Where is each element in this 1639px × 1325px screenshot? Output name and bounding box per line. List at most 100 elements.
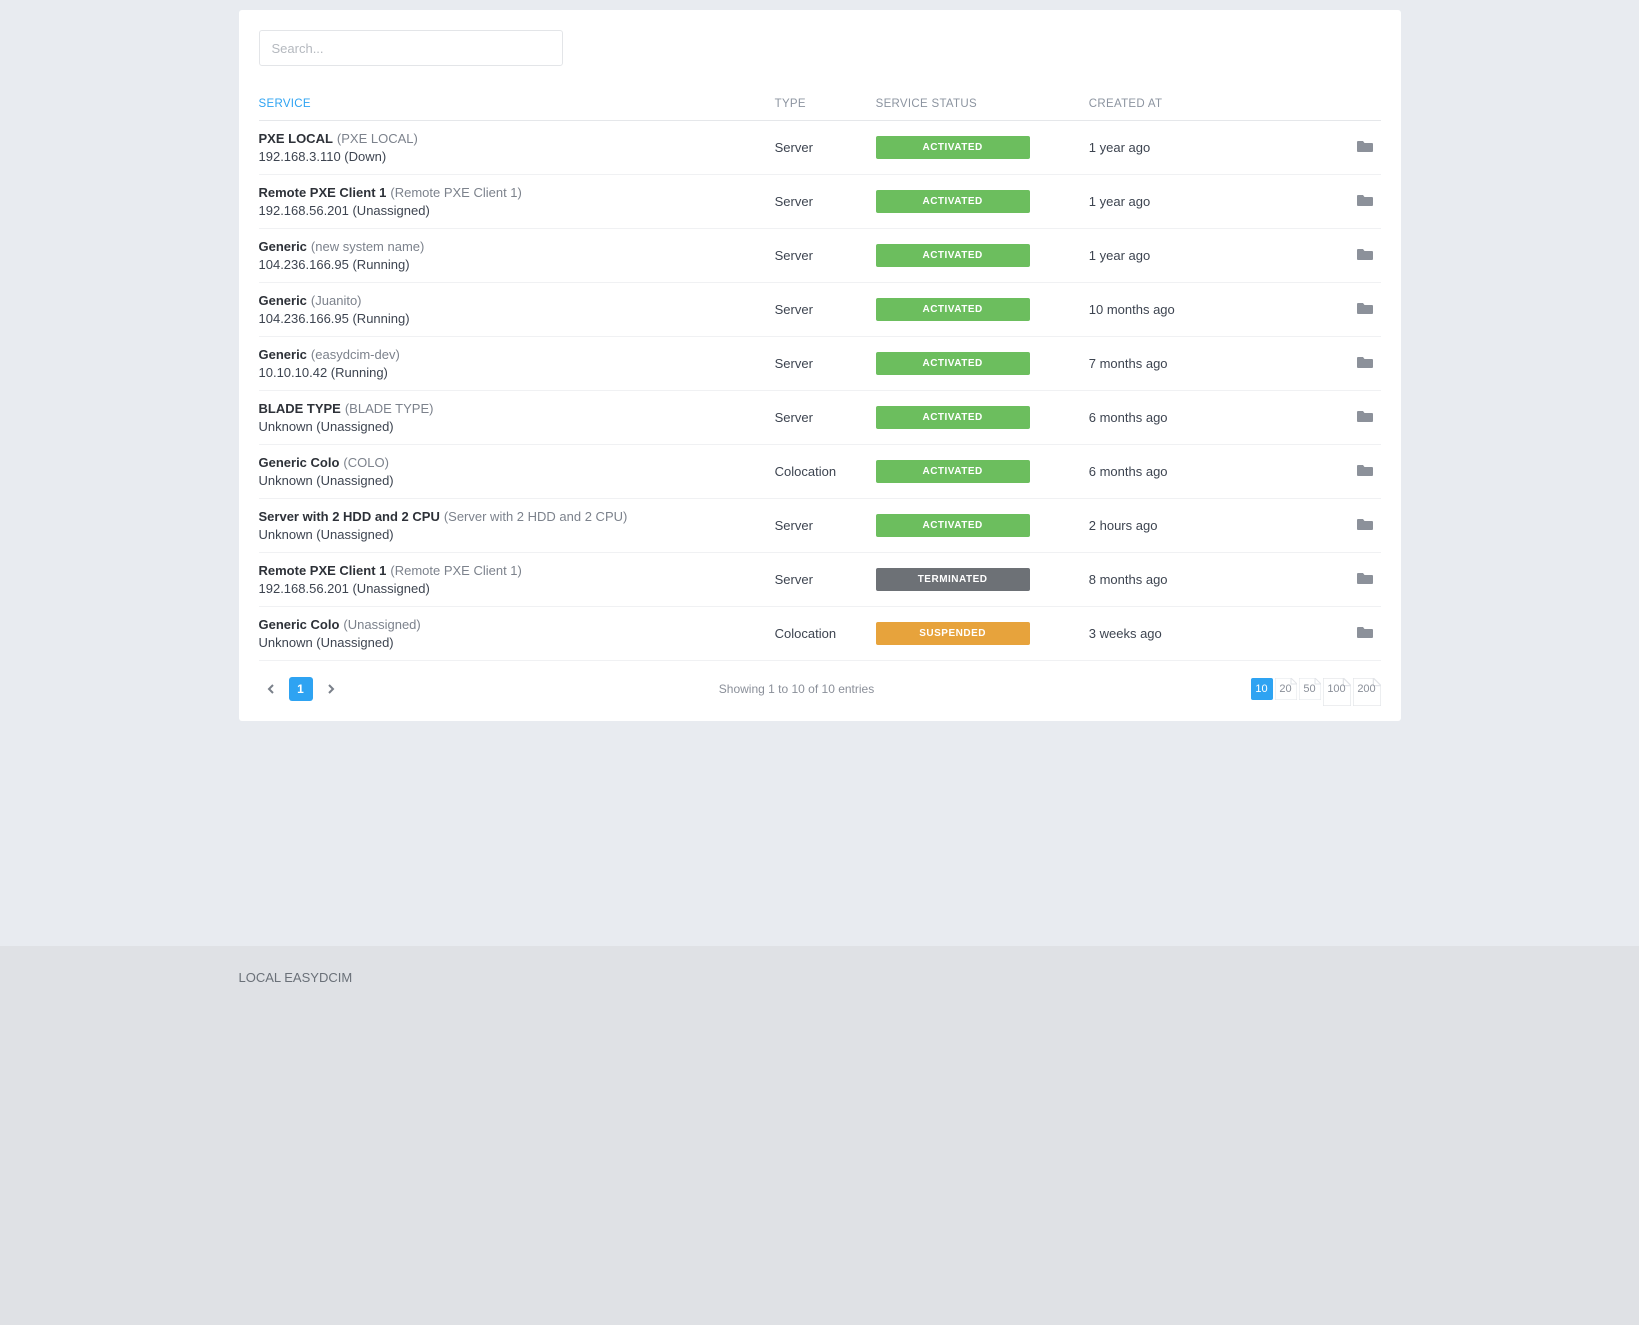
service-type: Server	[775, 175, 876, 229]
folder-icon[interactable]	[1357, 193, 1373, 207]
col-header-created[interactable]: CREATED AT	[1089, 88, 1336, 121]
service-type: Colocation	[775, 445, 876, 499]
table-row: Generic Colo(COLO) Unknown (Unassigned) Co…	[259, 445, 1381, 499]
service-name[interactable]: Server with 2 HDD and 2 CPU	[259, 509, 440, 524]
status-badge: ACTIVATED	[876, 406, 1030, 429]
created-at: 3 weeks ago	[1089, 607, 1336, 661]
footer: LOCAL EASYDCIM	[0, 946, 1639, 1325]
created-at: 7 months ago	[1089, 337, 1336, 391]
search-input[interactable]	[259, 30, 563, 66]
table-row: Server with 2 HDD and 2 CPU (Server with …	[259, 499, 1381, 553]
service-address: Unknown (Unassigned)	[259, 635, 767, 650]
service-name[interactable]: BLADE TYPE	[259, 401, 341, 416]
services-card: SERVICE TYPE SERVICE STATUS CREATED AT P…	[239, 10, 1401, 721]
table-row: Generic (Juanito) 104.236.166.95 (Running)…	[259, 283, 1381, 337]
service-subtitle: (Juanito)	[311, 293, 362, 308]
footer-text: LOCAL EASYDCIM	[239, 970, 1401, 985]
service-subtitle: (Remote PXE Client 1)	[390, 563, 522, 578]
service-name[interactable]: Remote PXE Client 1	[259, 185, 387, 200]
page-size-option[interactable]: 200	[1353, 678, 1381, 700]
created-at: 8 months ago	[1089, 553, 1336, 607]
page-size-selector: 102050100200	[1251, 678, 1381, 700]
service-subtitle: (BLADE TYPE)	[345, 401, 434, 416]
service-type: Colocation	[775, 607, 876, 661]
folder-icon[interactable]	[1357, 301, 1373, 315]
page-number[interactable]: 1	[289, 677, 313, 701]
service-type: Server	[775, 229, 876, 283]
col-header-service[interactable]: SERVICE	[259, 88, 775, 121]
service-subtitle: (COLO)	[343, 455, 389, 470]
service-subtitle: (new system name)	[311, 239, 424, 254]
service-subtitle: (easydcim-dev)	[311, 347, 400, 362]
entries-summary: Showing 1 to 10 of 10 entries	[719, 682, 874, 696]
created-at: 1 year ago	[1089, 121, 1336, 175]
folder-icon[interactable]	[1357, 355, 1373, 369]
folder-icon[interactable]	[1357, 625, 1373, 639]
table-row: Remote PXE Client 1(Remote PXE Client 1)…	[259, 553, 1381, 607]
service-name[interactable]: Generic	[259, 239, 307, 254]
page-next[interactable]	[319, 677, 343, 701]
status-badge: ACTIVATED	[876, 460, 1030, 483]
service-name[interactable]: Generic	[259, 347, 307, 362]
table-row: Generic (new system name) 104.236.166.95 (…	[259, 229, 1381, 283]
service-type: Server	[775, 391, 876, 445]
folder-icon[interactable]	[1357, 247, 1373, 261]
service-address: Unknown (Unassigned)	[259, 527, 767, 542]
folder-icon[interactable]	[1357, 139, 1373, 153]
created-at: 10 months ago	[1089, 283, 1336, 337]
page-size-option[interactable]: 100	[1323, 678, 1351, 700]
status-badge: TERMINATED	[876, 568, 1030, 591]
folder-icon[interactable]	[1357, 571, 1373, 585]
folder-icon[interactable]	[1357, 409, 1373, 423]
page-size-option[interactable]: 50	[1299, 678, 1321, 700]
table-row: Generic Colo(Unassigned) Unknown (Unassig…	[259, 607, 1381, 661]
folder-icon[interactable]	[1357, 517, 1373, 531]
created-at: 1 year ago	[1089, 229, 1336, 283]
service-address: 192.168.56.201 (Unassigned)	[259, 581, 767, 596]
status-badge: ACTIVATED	[876, 298, 1030, 321]
service-address: 10.10.10.42 (Running)	[259, 365, 767, 380]
pagination: 1	[259, 677, 343, 701]
table-row: PXE LOCAL (PXE LOCAL) 192.168.3.110 (Down)…	[259, 121, 1381, 175]
table-row: BLADE TYPE (BLADE TYPE) Unknown (Unassigne…	[259, 391, 1381, 445]
service-address: Unknown (Unassigned)	[259, 473, 767, 488]
page-size-option[interactable]: 10	[1251, 678, 1273, 700]
status-badge: SUSPENDED	[876, 622, 1030, 645]
col-header-status[interactable]: SERVICE STATUS	[876, 88, 1089, 121]
service-name[interactable]: Generic Colo	[259, 617, 340, 632]
service-name[interactable]: PXE LOCAL	[259, 131, 333, 146]
page-prev[interactable]	[259, 677, 283, 701]
table-row: Remote PXE Client 1(Remote PXE Client 1)…	[259, 175, 1381, 229]
service-name[interactable]: Generic Colo	[259, 455, 340, 470]
status-badge: ACTIVATED	[876, 352, 1030, 375]
page-size-option[interactable]: 20	[1275, 678, 1297, 700]
service-subtitle: (Remote PXE Client 1)	[390, 185, 522, 200]
service-type: Server	[775, 337, 876, 391]
status-badge: ACTIVATED	[876, 514, 1030, 537]
search-container	[259, 30, 1381, 66]
col-header-type[interactable]: TYPE	[775, 88, 876, 121]
service-address: Unknown (Unassigned)	[259, 419, 767, 434]
service-type: Server	[775, 499, 876, 553]
service-subtitle: (PXE LOCAL)	[337, 131, 418, 146]
status-badge: ACTIVATED	[876, 244, 1030, 267]
status-badge: ACTIVATED	[876, 190, 1030, 213]
table-row: Generic (easydcim-dev) 10.10.10.42 (Runnin…	[259, 337, 1381, 391]
service-type: Server	[775, 553, 876, 607]
pagination-row: 1 Showing 1 to 10 of 10 entries 10205010…	[259, 677, 1381, 701]
created-at: 6 months ago	[1089, 391, 1336, 445]
service-type: Server	[775, 283, 876, 337]
service-address: 104.236.166.95 (Running)	[259, 257, 767, 272]
status-badge: ACTIVATED	[876, 136, 1030, 159]
service-address: 104.236.166.95 (Running)	[259, 311, 767, 326]
service-name[interactable]: Remote PXE Client 1	[259, 563, 387, 578]
services-table: SERVICE TYPE SERVICE STATUS CREATED AT P…	[259, 88, 1381, 661]
service-subtitle: (Server with 2 HDD and 2 CPU)	[444, 509, 628, 524]
service-address: 192.168.3.110 (Down)	[259, 149, 767, 164]
service-type: Server	[775, 121, 876, 175]
service-subtitle: (Unassigned)	[343, 617, 420, 632]
folder-icon[interactable]	[1357, 463, 1373, 477]
service-name[interactable]: Generic	[259, 293, 307, 308]
created-at: 2 hours ago	[1089, 499, 1336, 553]
created-at: 1 year ago	[1089, 175, 1336, 229]
